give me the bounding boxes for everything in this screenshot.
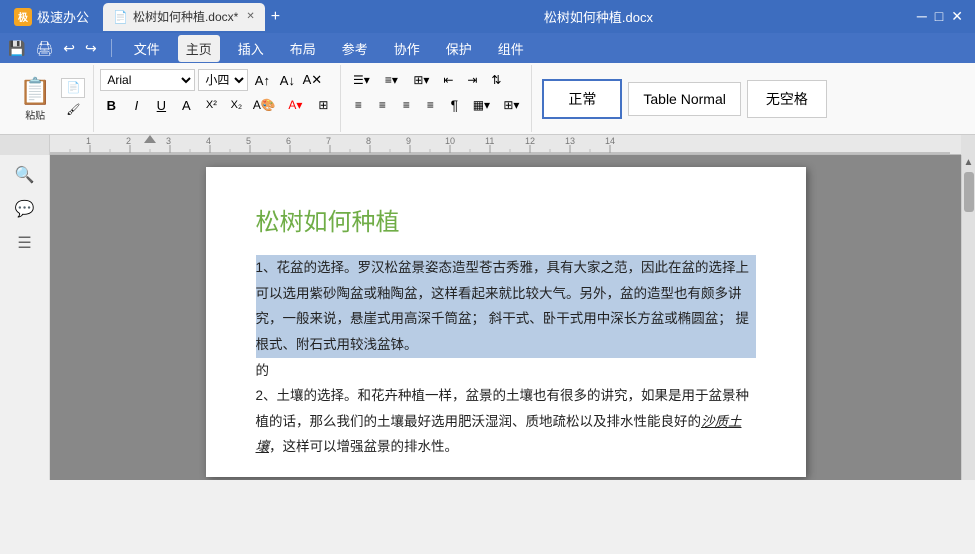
svg-text:10: 10 bbox=[445, 136, 455, 146]
format-painter-button[interactable]: 🖌 bbox=[61, 100, 85, 120]
selected-paragraph[interactable]: 1、花盆的选择。罗汉松盆景姿态造型苍古秀雅，具有大家之范，因此在盆的选择上可以选… bbox=[256, 255, 756, 358]
menu-components[interactable]: 组件 bbox=[490, 35, 532, 62]
list-bullet-button[interactable]: ☰▾ bbox=[347, 69, 375, 91]
font-name-select[interactable]: Arial bbox=[100, 69, 195, 91]
svg-text:2: 2 bbox=[126, 136, 131, 146]
superscript-button[interactable]: X² bbox=[200, 94, 222, 116]
svg-text:6: 6 bbox=[286, 136, 291, 146]
align-center-button[interactable]: ≡ bbox=[371, 94, 393, 116]
border-button[interactable]: ⊞▾ bbox=[497, 94, 525, 116]
tab-icon: 📄 bbox=[113, 10, 128, 24]
save-button[interactable]: 💾 bbox=[8, 40, 25, 57]
indent-decrease-button[interactable]: ⇤ bbox=[437, 69, 459, 91]
menu-insert[interactable]: 插入 bbox=[230, 35, 272, 62]
new-tab-button[interactable]: + bbox=[271, 8, 280, 26]
redo-button[interactable]: ↪ bbox=[85, 40, 97, 57]
font-size-select[interactable]: 小四 bbox=[198, 69, 248, 91]
comment-icon[interactable]: 💬 bbox=[15, 199, 35, 219]
document-area: 松树如何种植 1、花盆的选择。罗汉松盆景姿态造型苍古秀雅，具有大家之范，因此在盆… bbox=[50, 155, 961, 480]
paste-group: 📋 粘贴 📄 🖌 bbox=[4, 65, 94, 132]
style-table-normal[interactable]: Table Normal bbox=[628, 82, 740, 116]
format-more-button[interactable]: ⊞ bbox=[312, 94, 334, 116]
align-right-button[interactable]: ≡ bbox=[395, 94, 417, 116]
svg-text:9: 9 bbox=[406, 136, 411, 146]
subscript-button[interactable]: X₂ bbox=[225, 94, 247, 116]
list-number-button[interactable]: ≡▾ bbox=[377, 69, 405, 91]
strikethrough-button[interactable]: A bbox=[175, 94, 197, 116]
paste-format-button[interactable]: 📄 bbox=[61, 78, 85, 98]
font-shrink-button[interactable]: A↓ bbox=[276, 69, 298, 91]
outline-icon[interactable]: ☰ bbox=[17, 233, 31, 253]
highlight-button[interactable]: A🎨 bbox=[250, 94, 278, 116]
menu-collaborate[interactable]: 协作 bbox=[386, 35, 428, 62]
scroll-thumb[interactable] bbox=[964, 172, 974, 212]
svg-text:11: 11 bbox=[485, 136, 494, 146]
justify-button[interactable]: ≡ bbox=[419, 94, 441, 116]
svg-text:4: 4 bbox=[206, 136, 211, 146]
pilcrow-button[interactable]: ¶ bbox=[443, 94, 465, 116]
italic-button[interactable]: I bbox=[125, 94, 147, 116]
align-left-button[interactable]: ≡ bbox=[347, 94, 369, 116]
svg-text:1: 1 bbox=[86, 136, 91, 146]
paragraph-2-text: 2、土壤的选择。和花卉种植一样，盆景的土壤也有很多的讲究，如果是用于盆景种植的话… bbox=[256, 388, 750, 454]
svg-text:7: 7 bbox=[326, 136, 331, 146]
app-logo-icon: 极 bbox=[14, 8, 32, 26]
window-title: 松树如何种植.docx bbox=[280, 7, 917, 26]
scrollbar-corner bbox=[961, 135, 975, 155]
underline-text: 沙质土壤 bbox=[256, 414, 742, 455]
style-normal[interactable]: 正常 bbox=[542, 79, 622, 119]
menu-layout[interactable]: 布局 bbox=[282, 35, 324, 62]
active-tab[interactable]: 📄 松树如何种植.docx* ✕ bbox=[103, 3, 265, 31]
svg-text:12: 12 bbox=[525, 136, 535, 146]
underline-button[interactable]: U bbox=[150, 94, 172, 116]
font-group: Arial 小四 A↑ A↓ A✕ B I U A X² X₂ A🎨 A▾ ⊞ bbox=[94, 65, 341, 132]
tab-close-icon[interactable]: ✕ bbox=[246, 11, 254, 22]
left-sidebar: 🔍 💬 ☰ bbox=[0, 155, 50, 480]
indent-increase-button[interactable]: ⇥ bbox=[461, 69, 483, 91]
paste-button[interactable]: 📋 粘贴 bbox=[12, 71, 58, 127]
styles-area: 正常 Table Normal 无空格 bbox=[532, 65, 971, 132]
style-no-space[interactable]: 无空格 bbox=[747, 80, 827, 118]
tab-label: 松树如何种植.docx* bbox=[133, 8, 238, 25]
app-logo: 极 极速办公 bbox=[4, 7, 99, 26]
menu-file[interactable]: 文件 bbox=[126, 35, 168, 62]
ruler-top: 1 2 3 4 5 6 7 8 9 10 11 bbox=[50, 135, 961, 155]
normal-paragraph-1[interactable]: 的 bbox=[256, 358, 756, 384]
svg-text:5: 5 bbox=[246, 136, 251, 146]
svg-text:13: 13 bbox=[565, 136, 575, 146]
sort-button[interactable]: ⇅ bbox=[485, 69, 507, 91]
font-grow-button[interactable]: A↑ bbox=[251, 69, 273, 91]
scroll-up-arrow[interactable]: ▲ bbox=[964, 157, 974, 168]
app-name: 极速办公 bbox=[37, 7, 89, 26]
search-icon[interactable]: 🔍 bbox=[15, 165, 35, 185]
paragraph-group: ☰▾ ≡▾ ⊞▾ ⇤ ⇥ ⇅ ≡ ≡ ≡ ≡ ¶ ▦▾ ⊞▾ bbox=[341, 65, 532, 132]
normal-paragraph-2[interactable]: 2、土壤的选择。和花卉种植一样，盆景的土壤也有很多的讲究，如果是用于盆景种植的话… bbox=[256, 383, 756, 460]
minimize-button[interactable]: ─ bbox=[917, 8, 927, 25]
svg-text:3: 3 bbox=[166, 136, 171, 146]
document-page: 松树如何种植 1、花盆的选择。罗汉松盆景姿态造型苍古秀雅，具有大家之范，因此在盆… bbox=[206, 167, 806, 477]
list-outline-button[interactable]: ⊞▾ bbox=[407, 69, 435, 91]
svg-text:14: 14 bbox=[605, 136, 615, 146]
menu-protect[interactable]: 保护 bbox=[438, 35, 480, 62]
shading-button[interactable]: ▦▾ bbox=[467, 94, 495, 116]
text-de: 的 bbox=[256, 363, 270, 378]
print-button[interactable]: 🖨 bbox=[35, 40, 53, 57]
font-color-button[interactable]: A▾ bbox=[281, 94, 309, 116]
close-button[interactable]: ✕ bbox=[951, 8, 963, 25]
svg-text:8: 8 bbox=[366, 136, 371, 146]
bold-button[interactable]: B bbox=[100, 94, 122, 116]
maximize-button[interactable]: □ bbox=[935, 8, 943, 25]
undo-button[interactable]: ↩ bbox=[63, 40, 75, 57]
selected-text: 1、花盆的选择。罗汉松盆景姿态造型苍古秀雅，具有大家之范，因此在盆的选择上可以选… bbox=[256, 260, 750, 352]
ruler-left-corner bbox=[0, 135, 50, 155]
menu-home[interactable]: 主页 bbox=[178, 35, 220, 62]
menu-reference[interactable]: 参考 bbox=[334, 35, 376, 62]
clear-format-button[interactable]: A✕ bbox=[301, 69, 323, 91]
vertical-scrollbar[interactable]: ▲ bbox=[961, 155, 975, 480]
document-title: 松树如何种植 bbox=[256, 202, 756, 237]
